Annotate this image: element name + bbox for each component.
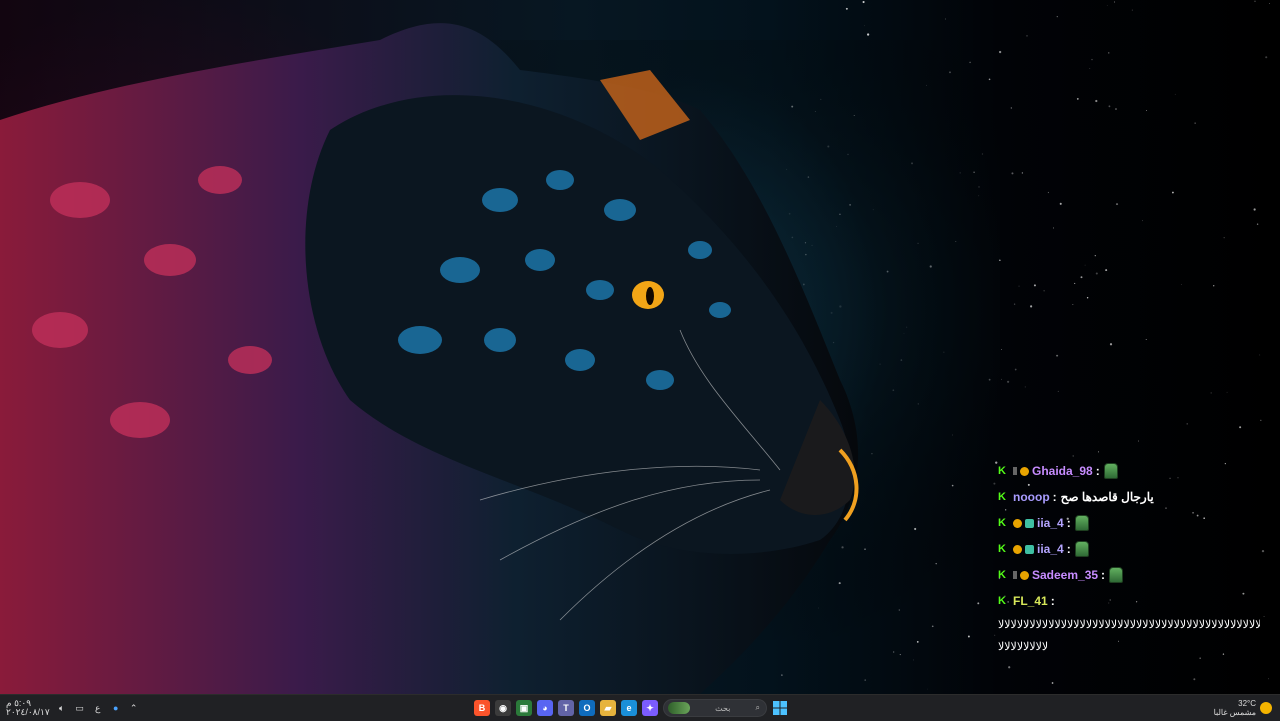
chat-separator: : bbox=[1066, 542, 1071, 556]
emote-icon bbox=[1109, 567, 1124, 583]
weather-widget[interactable]: 32°C مشمس غالبا bbox=[1214, 695, 1272, 721]
emote-icon bbox=[1074, 541, 1089, 557]
chat-text: يارجال قاصدها صح bbox=[1060, 490, 1154, 504]
chat-username[interactable]: iia_4 bbox=[1037, 516, 1064, 530]
search-placeholder: بحث bbox=[715, 703, 731, 713]
subscriber-badge-icon bbox=[1020, 466, 1029, 476]
chat-message: Kiia_4: bbox=[998, 536, 1268, 562]
chat-username[interactable]: Sadeem_35 bbox=[1032, 568, 1098, 582]
chat-username[interactable]: nooop bbox=[1013, 490, 1050, 504]
subscriber-badge-icon bbox=[1020, 570, 1029, 580]
chat-separator: : bbox=[1050, 594, 1055, 608]
chat-message: Knooop: يارجال قاصدها صح bbox=[998, 484, 1268, 510]
copilot-icon[interactable]: ✦ bbox=[642, 700, 658, 716]
taskbar: ٥:٠٩ م ٢٠٢٤/٠٨/١٧ 🔈︎ ▭ ع ● ⌃ B ◉ ▣ ◕ T O ▰ e ✦ بح… bbox=[0, 694, 1280, 721]
search-icon: ⌕ bbox=[755, 703, 760, 712]
microphone-icon[interactable]: ● bbox=[110, 702, 122, 714]
chat-long-text: ﻻﻻﻻﻻﻻﻻﻻﻻ bbox=[998, 641, 1049, 653]
chat-message: K FL_41: bbox=[998, 588, 1268, 614]
file-explorer-icon[interactable]: ▰ bbox=[600, 700, 616, 716]
taskbar-search[interactable]: بحث ⌕ bbox=[663, 699, 767, 717]
language-indicator[interactable]: ع bbox=[92, 702, 104, 714]
chat-message: K Sadeem_35: bbox=[998, 562, 1268, 588]
chat-long-text: ﻻﻻﻻﻻﻻﻻﻻﻻﻻﻻﻻﻻﻻﻻﻻﻻﻻﻻﻻﻻﻻﻻﻻﻻﻻﻻﻻﻻﻻﻻﻻﻻﻻﻻﻻﻻﻻﻻﻻﻻ… bbox=[998, 619, 1260, 631]
search-highlight-icon bbox=[668, 702, 690, 714]
chat-username[interactable]: Ghaida_98 bbox=[1032, 464, 1093, 478]
volume-icon[interactable]: 🔈︎ bbox=[56, 702, 68, 714]
chat-message: Kiia_4: bbox=[998, 510, 1268, 536]
obs-icon[interactable]: ◉ bbox=[495, 700, 511, 716]
outlook-icon[interactable]: O bbox=[579, 700, 595, 716]
chat-username[interactable]: iia_4 bbox=[1037, 542, 1064, 556]
chat-message: K Ghaida_98: bbox=[998, 458, 1268, 484]
edge-icon[interactable]: e bbox=[621, 700, 637, 716]
chat-username[interactable]: FL_41 bbox=[1013, 594, 1048, 608]
weather-desc: مشمس غالبا bbox=[1213, 708, 1256, 717]
system-tray: ٥:٠٩ م ٢٠٢٤/٠٨/١٧ 🔈︎ ▭ ع ● ⌃ bbox=[6, 695, 140, 721]
clock[interactable]: ٥:٠٩ م ٢٠٢٤/٠٨/١٧ bbox=[6, 699, 50, 717]
chevron-up-icon[interactable]: ⌃ bbox=[128, 702, 140, 714]
badge-icon bbox=[1013, 467, 1017, 475]
emote-icon bbox=[1074, 515, 1089, 531]
brave-icon[interactable]: B bbox=[474, 700, 490, 716]
kick-badge-icon: K bbox=[998, 595, 1006, 607]
kick-badge-icon: K bbox=[998, 543, 1006, 555]
kick-badge-icon: K bbox=[998, 569, 1006, 581]
chat-separator: : bbox=[1101, 568, 1106, 582]
subscriber-badge-icon bbox=[1013, 544, 1022, 554]
discord-icon[interactable]: ◕ bbox=[537, 700, 553, 716]
network-icon[interactable]: ▭ bbox=[74, 702, 86, 714]
badge-icon bbox=[1013, 571, 1017, 579]
teams-icon[interactable]: T bbox=[558, 700, 574, 716]
stream-chat-overlay: K Ghaida_98: Knooop: يارجال قاصدها صح Kiia_4… bbox=[998, 458, 1268, 654]
kick-badge-icon: K bbox=[998, 517, 1006, 529]
emote-icon bbox=[1103, 463, 1118, 479]
start-icon[interactable] bbox=[772, 700, 788, 716]
clock-date: ٢٠٢٤/٠٨/١٧ bbox=[6, 707, 50, 717]
kick-badge-icon: K bbox=[998, 465, 1006, 477]
gift-badge-icon bbox=[1025, 518, 1034, 528]
gift-badge-icon bbox=[1025, 544, 1034, 554]
chat-separator: : bbox=[1095, 464, 1100, 478]
sun-icon bbox=[1260, 702, 1272, 714]
taskbar-apps: B ◉ ▣ ◕ T O ▰ e ✦ بحث ⌕ bbox=[474, 695, 788, 721]
weather-temp: 32°C bbox=[1238, 699, 1256, 708]
chat-separator: : bbox=[1066, 516, 1071, 530]
kick-badge-icon: K bbox=[998, 491, 1006, 503]
xbox-icon[interactable]: ▣ bbox=[516, 700, 532, 716]
chat-separator: : bbox=[1052, 490, 1057, 504]
subscriber-badge-icon bbox=[1013, 518, 1022, 528]
